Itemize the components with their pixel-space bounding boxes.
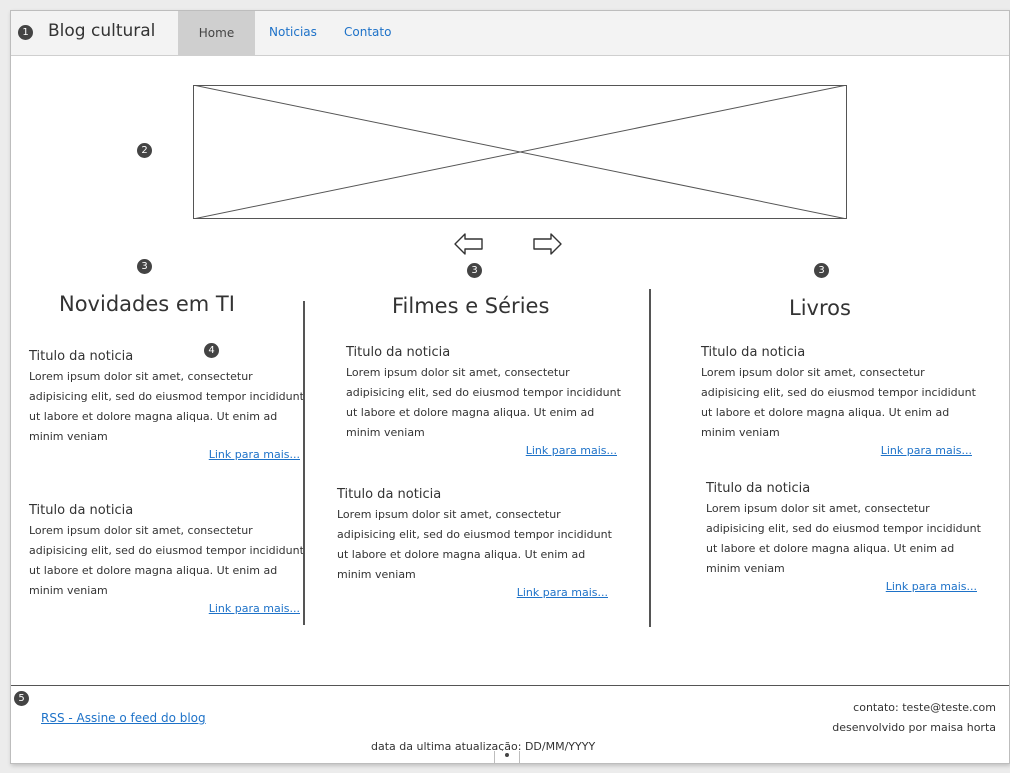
annotation-marker: 3: [814, 263, 829, 278]
column-title-ti: Novidades em TI: [59, 292, 235, 316]
news-title[interactable]: Titulo da noticia: [706, 481, 981, 496]
column-title-filmes: Filmes e Séries: [392, 294, 550, 318]
news-title[interactable]: Titulo da noticia: [701, 345, 976, 360]
site-brand[interactable]: Blog cultural: [48, 21, 155, 41]
news-excerpt: Lorem ipsum dolor sit amet, consectetur …: [346, 366, 621, 439]
news-item: Titulo da noticia Lorem ipsum dolor sit …: [701, 345, 976, 457]
news-excerpt: Lorem ipsum dolor sit amet, consectetur …: [706, 502, 981, 575]
news-excerpt: Lorem ipsum dolor sit amet, consectetur …: [337, 508, 612, 581]
news-item: Titulo da noticia Lorem ipsum dolor sit …: [29, 349, 304, 461]
read-more-link[interactable]: Link para mais...: [29, 602, 304, 615]
nav-home[interactable]: Home: [178, 11, 255, 55]
news-title[interactable]: Titulo da noticia: [346, 345, 621, 360]
column-divider: [303, 301, 305, 625]
news-excerpt: Lorem ipsum dolor sit amet, consectetur …: [29, 524, 304, 597]
right-arrow-icon[interactable]: [531, 231, 563, 257]
news-excerpt: Lorem ipsum dolor sit amet, consectetur …: [701, 366, 976, 439]
annotation-marker: 2: [137, 143, 152, 158]
read-more-link[interactable]: Link para mais...: [346, 444, 621, 457]
read-more-link[interactable]: Link para mais...: [701, 444, 976, 457]
news-title[interactable]: Titulo da noticia: [29, 349, 304, 364]
scroll-handle[interactable]: [494, 751, 520, 764]
column-divider: [649, 289, 651, 627]
read-more-link[interactable]: Link para mais...: [29, 448, 304, 461]
news-item: Titulo da noticia Lorem ipsum dolor sit …: [337, 487, 612, 599]
nav-contato[interactable]: Contato: [344, 25, 391, 39]
news-excerpt: Lorem ipsum dolor sit amet, consectetur …: [29, 370, 304, 443]
footer-contact: contato: teste@teste.com desenvolvido po…: [832, 698, 996, 738]
news-item: Titulo da noticia Lorem ipsum dolor sit …: [29, 503, 304, 615]
carousel-image-placeholder: [193, 85, 847, 219]
nav-noticias[interactable]: Noticias: [269, 25, 317, 39]
top-nav-bar: 1 Blog cultural Home Noticias Contato: [11, 11, 1009, 56]
left-arrow-icon[interactable]: [453, 231, 485, 257]
contact-email[interactable]: contato: teste@teste.com: [832, 698, 996, 718]
news-title[interactable]: Titulo da noticia: [29, 503, 304, 518]
news-item: Titulo da noticia Lorem ipsum dolor sit …: [346, 345, 621, 457]
read-more-link[interactable]: Link para mais...: [706, 580, 981, 593]
last-updated-date: data da ultima atualização: DD/MM/YYYY: [371, 740, 596, 753]
annotation-marker: 3: [137, 259, 152, 274]
news-title[interactable]: Titulo da noticia: [337, 487, 612, 502]
developer-credit: desenvolvido por maisa horta: [832, 721, 996, 734]
footer-divider: [11, 685, 1009, 686]
column-title-livros: Livros: [789, 296, 851, 320]
annotation-marker: 5: [14, 691, 29, 706]
news-item: Titulo da noticia Lorem ipsum dolor sit …: [706, 481, 981, 593]
annotation-marker: 1: [18, 25, 33, 40]
read-more-link[interactable]: Link para mais...: [337, 586, 612, 599]
annotation-marker: 3: [467, 263, 482, 278]
rss-feed-link[interactable]: RSS - Assine o feed do blog: [41, 711, 206, 725]
wireframe-page: 1 Blog cultural Home Noticias Contato 2 …: [10, 10, 1010, 764]
